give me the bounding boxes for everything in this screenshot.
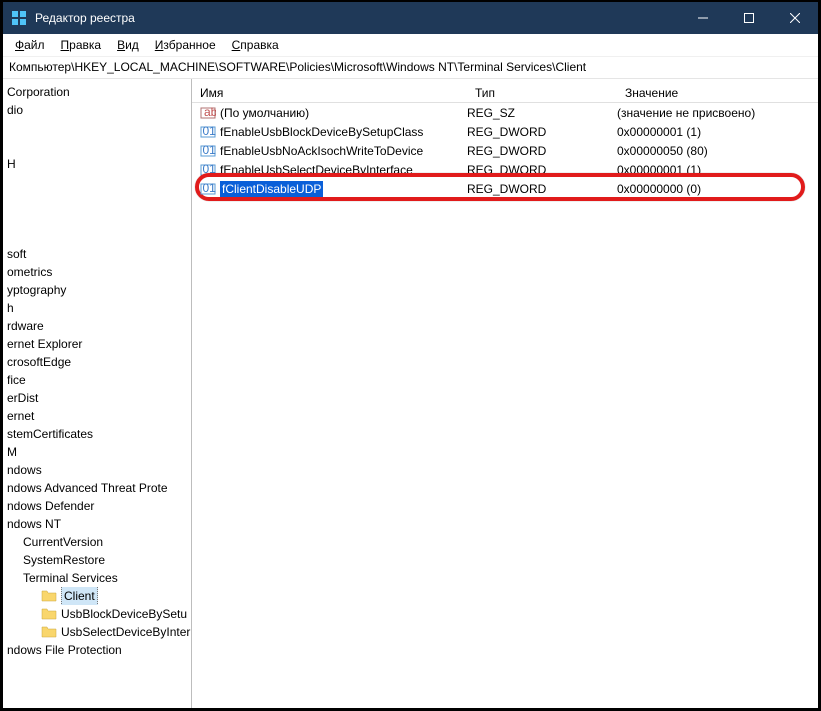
registry-row[interactable]: 011fEnableUsbSelectDeviceByInterfaceREG_… (192, 160, 818, 179)
list-rows: ab(По умолчанию)REG_SZ(значение не присв… (192, 103, 818, 198)
tree-item[interactable]: H (3, 155, 191, 173)
tree-item[interactable]: dio (3, 101, 191, 119)
col-header-type[interactable]: Тип (467, 86, 617, 100)
tree-item[interactable]: ndows Defender (3, 497, 191, 515)
tree-item[interactable]: Client (3, 587, 191, 605)
menu-favorites[interactable]: Избранное (147, 35, 224, 55)
maximize-button[interactable] (726, 2, 772, 34)
tree-item[interactable]: ndows File Protection (3, 641, 191, 659)
menu-file[interactable]: Файл (7, 35, 53, 55)
close-button[interactable] (772, 2, 818, 34)
tree-item[interactable] (3, 119, 191, 137)
tree-item[interactable] (3, 209, 191, 227)
window-title: Редактор реестра (35, 11, 680, 25)
tree-item[interactable]: fice (3, 371, 191, 389)
tree-item[interactable]: ndows NT (3, 515, 191, 533)
tree-item[interactable]: ernet (3, 407, 191, 425)
menubar: Файл Правка Вид Избранное Справка (3, 34, 818, 57)
svg-text:011: 011 (203, 162, 217, 176)
registry-row[interactable]: 011fEnableUsbNoAckIsochWriteToDeviceREG_… (192, 141, 818, 160)
dword-icon: 011 (200, 181, 216, 197)
tree-item[interactable] (3, 227, 191, 245)
tree-item[interactable]: erDist (3, 389, 191, 407)
tree-item[interactable]: crosoftEdge (3, 353, 191, 371)
tree-item[interactable]: CurrentVersion (3, 533, 191, 551)
registry-row[interactable]: ab(По умолчанию)REG_SZ(значение не присв… (192, 103, 818, 122)
tree-item[interactable]: ometrics (3, 263, 191, 281)
tree-item[interactable]: rdware (3, 317, 191, 335)
svg-text:011: 011 (203, 124, 217, 138)
app-icon (11, 10, 27, 26)
tree-item[interactable]: M (3, 443, 191, 461)
dword-icon: 011 (200, 162, 216, 178)
minimize-button[interactable] (680, 2, 726, 34)
tree-item[interactable]: UsbSelectDeviceByInter (3, 623, 191, 641)
registry-row[interactable]: 011fClientDisableUDPREG_DWORD0x00000000 … (192, 179, 818, 198)
registry-row[interactable]: 011fEnableUsbBlockDeviceBySetupClassREG_… (192, 122, 818, 141)
regedit-window: Редактор реестра Файл Правка Вид Избранн… (0, 0, 821, 711)
tree-item[interactable] (3, 191, 191, 209)
tree-item[interactable]: ernet Explorer (3, 335, 191, 353)
folder-icon (41, 625, 57, 639)
tree-item[interactable]: soft (3, 245, 191, 263)
tree-item[interactable] (3, 137, 191, 155)
tree-item[interactable]: SystemRestore (3, 551, 191, 569)
main-split: Corporationdio Hsoftometricsyptographyhrd… (3, 79, 818, 708)
dword-icon: 011 (200, 143, 216, 159)
svg-text:011: 011 (203, 143, 217, 157)
list-header: Имя Тип Значение (192, 79, 818, 103)
tree-item[interactable]: ndows (3, 461, 191, 479)
col-header-value[interactable]: Значение (617, 86, 818, 100)
string-icon: ab (200, 105, 216, 121)
titlebar[interactable]: Редактор реестра (3, 2, 818, 34)
tree-pane[interactable]: Corporationdio Hsoftometricsyptographyhrd… (3, 79, 192, 708)
col-header-name[interactable]: Имя (192, 86, 467, 100)
tree-item[interactable]: Terminal Services (3, 569, 191, 587)
tree-item[interactable]: ndows Advanced Threat Prote (3, 479, 191, 497)
list-pane[interactable]: Имя Тип Значение ab(По умолчанию)REG_SZ(… (192, 79, 818, 708)
dword-icon: 011 (200, 124, 216, 140)
svg-text:011: 011 (203, 181, 217, 195)
window-controls (680, 2, 818, 34)
folder-icon (41, 607, 57, 621)
address-bar[interactable]: Компьютер\HKEY_LOCAL_MACHINE\SOFTWARE\Po… (3, 57, 818, 79)
menu-edit[interactable]: Правка (53, 35, 110, 55)
tree-item[interactable] (3, 173, 191, 191)
tree-item[interactable]: yptography (3, 281, 191, 299)
menu-view[interactable]: Вид (109, 35, 147, 55)
tree-item[interactable]: h (3, 299, 191, 317)
folder-icon (41, 589, 57, 603)
tree-item[interactable]: Corporation (3, 83, 191, 101)
tree-item[interactable]: stemCertificates (3, 425, 191, 443)
svg-text:ab: ab (204, 105, 216, 119)
tree-item[interactable]: UsbBlockDeviceBySetu (3, 605, 191, 623)
menu-help[interactable]: Справка (224, 35, 287, 55)
